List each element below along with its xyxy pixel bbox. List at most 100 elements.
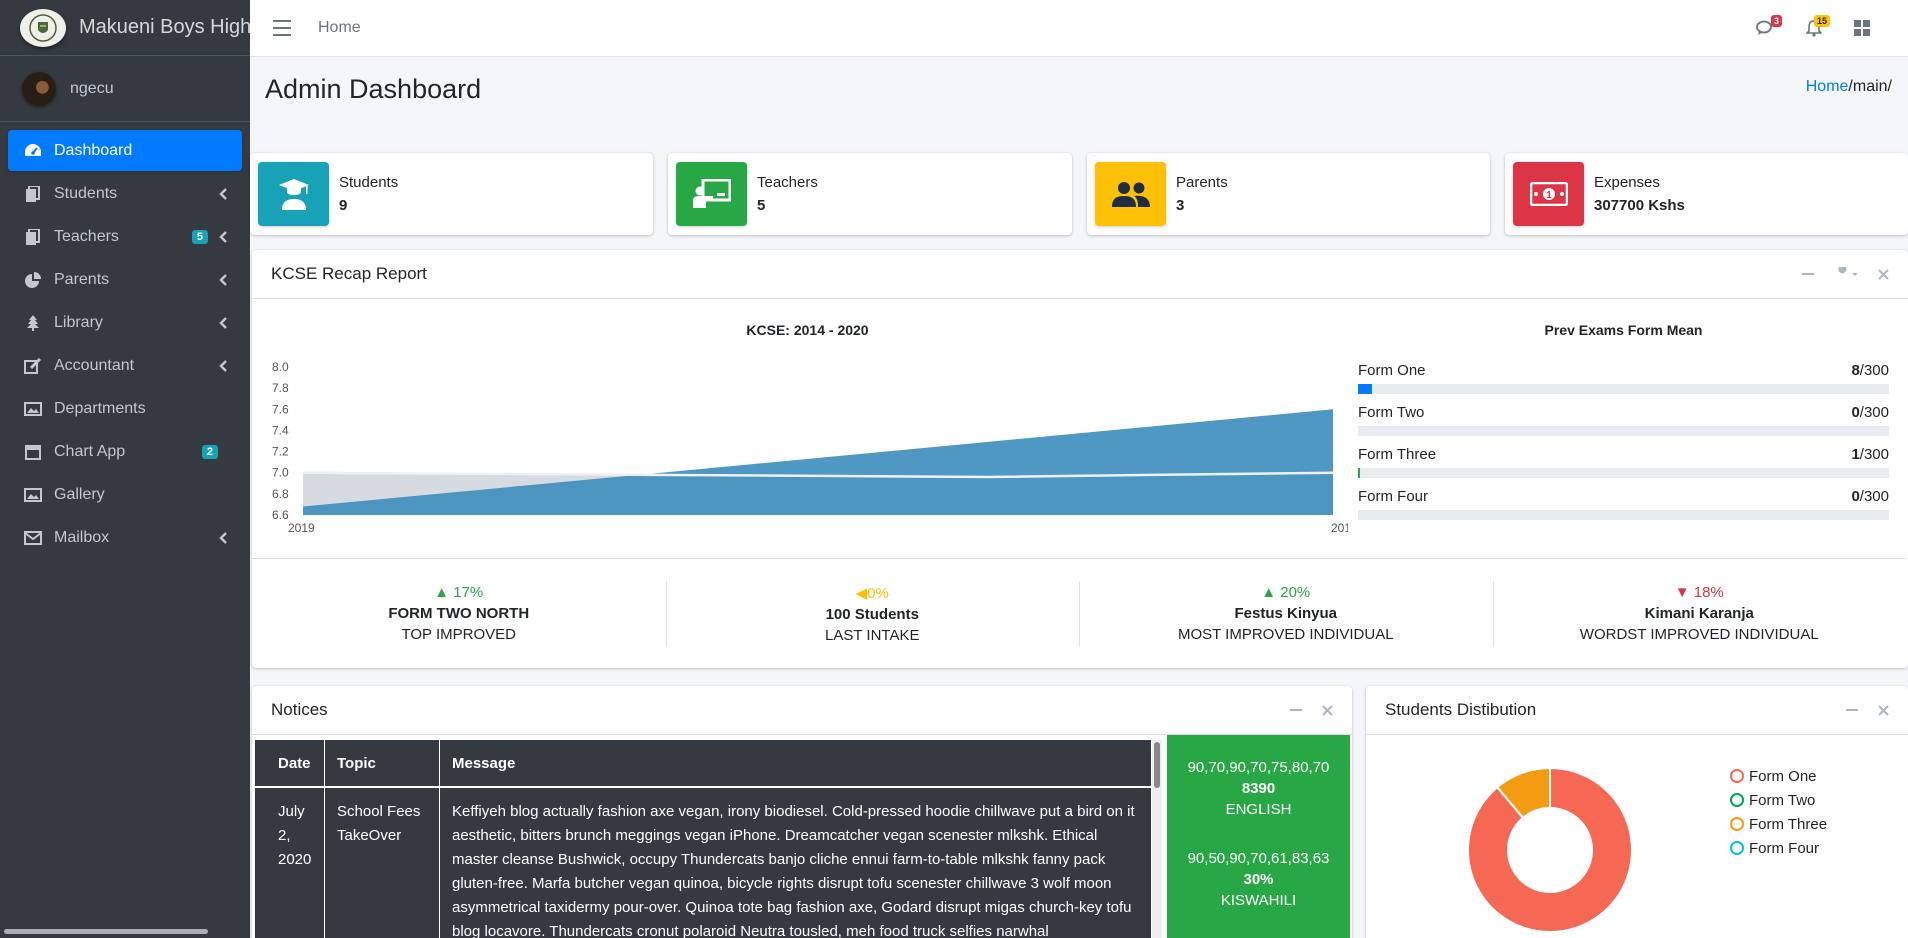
chevron-left-icon [218, 186, 228, 202]
legend-item[interactable]: Form Four [1730, 836, 1827, 860]
school-logo-icon [20, 8, 66, 47]
sidebar-item-label: Mailbox [54, 528, 110, 546]
sidebar-item-library[interactable]: Library [8, 302, 242, 343]
info-box-label: Parents [1176, 174, 1228, 191]
prev-exams-title: Prev Exams Form Mean [1544, 322, 1703, 338]
stat-sub: WORDST IMPROVED INDIVIDUAL [1579, 626, 1819, 643]
close-button[interactable] [1878, 268, 1889, 280]
grade-total: 8390 [1241, 780, 1276, 797]
grade-subject: KISWAHILI [1220, 892, 1297, 909]
y-tick-label: 7.8 [272, 381, 289, 395]
stat-percentage: ◀0% [666, 584, 1080, 602]
avatar [22, 71, 56, 106]
notifications-button[interactable]: 15 [1790, 10, 1838, 46]
progress-max: /300 [1859, 404, 1889, 421]
sidebar-item-chart-app[interactable]: Chart App 2 [8, 431, 242, 472]
sidebar-item-label: Accountant [54, 356, 135, 374]
breadcrumb-home-link[interactable]: Home [1806, 78, 1849, 95]
collapse-button[interactable] [1802, 268, 1814, 280]
sidebar-item-label: Library [54, 313, 103, 331]
legend-label: Form One [1749, 767, 1817, 785]
progress-max: /300 [1859, 488, 1889, 505]
card-title: Notices [271, 700, 328, 719]
stat-main: FORM TWO NORTH [388, 605, 530, 622]
sidebar-item-mailbox[interactable]: Mailbox [8, 517, 242, 558]
progress-max: /300 [1859, 362, 1889, 379]
info-box-value: 9 [339, 197, 348, 214]
progress-fill [1358, 384, 1373, 394]
users-icon [1095, 162, 1166, 226]
legend-item[interactable]: Form Three [1730, 812, 1827, 836]
collapse-button[interactable] [1846, 704, 1858, 716]
messages-button[interactable]: 3 [1742, 10, 1790, 46]
chevron-left-icon [218, 272, 228, 288]
sidebar-item-parents[interactable]: Parents [8, 259, 242, 300]
legend-circle-icon [1730, 817, 1744, 831]
sidebar-item-label: Students [54, 184, 118, 202]
teachers-count-badge: 5 [191, 229, 208, 244]
close-button[interactable] [1878, 704, 1889, 716]
progress-form-three: Form Three 1/300 [1358, 446, 1889, 478]
sidebar-item-accountant[interactable]: Accountant [8, 345, 242, 386]
legend-label: Form Three [1749, 815, 1828, 833]
tree-icon [22, 312, 44, 334]
menu-toggle-icon[interactable] [273, 20, 291, 36]
pie-chart-icon [22, 269, 44, 291]
info-box-parents[interactable]: Parents 3 [1087, 153, 1490, 235]
stat-percentage-value: 17% [453, 584, 484, 601]
user-name[interactable]: ngecu [70, 80, 114, 98]
info-box-value: 3 [1176, 197, 1185, 214]
stat-sub: MOST IMPROVED INDIVIDUAL [1177, 626, 1394, 643]
legend-circle-icon [1730, 769, 1744, 783]
copy-icon [22, 226, 44, 248]
column-header-date: Date [255, 739, 325, 787]
card-header: KCSE Recap Report [252, 250, 1908, 299]
notice-message: Keffiyeh blog actually fashion axe vegan… [452, 803, 1135, 938]
legend-item[interactable]: Form One [1730, 764, 1827, 788]
grade-item: 90,50,90,70,61,83,63 30% KISWAHILI [1167, 848, 1350, 911]
info-box-teachers[interactable]: Teachers 5 [668, 153, 1072, 235]
brand-link[interactable]: Makueni Boys High School [0, 0, 250, 56]
sidebar-scrollbar[interactable] [4, 929, 208, 934]
progress-value: 8 [1851, 362, 1860, 379]
column-header-message: Message [452, 754, 516, 772]
grade-scores: 90,50,90,70,61,83,63 [1187, 850, 1330, 867]
caret-down-icon: ▼ [1674, 584, 1690, 601]
kcse-area-chart: 8.0 7.8 7.6 7.4 7.2 7.0 6.8 6.62019 2018 [272, 360, 1348, 535]
legend-label: Form Four [1749, 839, 1820, 857]
grade-total: 30% [1243, 871, 1274, 888]
control-sidebar-button[interactable] [1838, 10, 1886, 46]
info-box-label: Students [339, 174, 399, 191]
collapse-button[interactable] [1290, 704, 1302, 716]
stat-sub: LAST INTAKE [825, 627, 920, 644]
info-box-expenses[interactable]: 1 Expenses 307700 Kshs [1505, 153, 1908, 235]
legend-item[interactable]: Form Two [1730, 788, 1827, 812]
stat-block: ▼ 18% Kimani Karanja WORDST IMPROVED IND… [1492, 559, 1907, 668]
sidebar-item-dashboard[interactable]: Dashboard [8, 130, 242, 171]
info-box-label: Expenses [1594, 174, 1660, 191]
tachometer-icon [22, 140, 44, 162]
settings-dropdown-button[interactable] [1836, 267, 1860, 281]
stat-percentage: ▼ 18% [1493, 584, 1907, 601]
minus-icon [1290, 709, 1302, 711]
y-tick-label: 7.4 [272, 423, 289, 437]
nav-home-link[interactable]: Home [318, 19, 361, 37]
sidebar-item-gallery[interactable]: Gallery [8, 474, 242, 515]
notices-scrollbar[interactable] [1152, 740, 1162, 938]
progress-bar [1358, 426, 1889, 436]
caret-up-icon: ▲ [434, 584, 450, 601]
sidebar-item-students[interactable]: Students [8, 173, 242, 214]
info-box-students[interactable]: Students 9 [250, 153, 653, 235]
y-tick-label: 6.8 [272, 487, 289, 501]
sidebar-item-teachers[interactable]: Teachers 5 [8, 216, 242, 257]
user-panel[interactable]: ngecu [0, 56, 250, 122]
progress-label: Form Two [1358, 404, 1425, 421]
scrollbar-thumb[interactable] [1154, 742, 1160, 788]
sidebar-item-departments[interactable]: Departments [8, 388, 242, 429]
stat-main: Festus Kinyua [1234, 605, 1338, 622]
stat-percentage: ▲ 17% [252, 584, 666, 601]
close-button[interactable] [1322, 704, 1333, 716]
edit-icon [22, 355, 44, 377]
close-icon [1878, 268, 1889, 280]
caret-left-icon: ◀ [855, 585, 868, 602]
